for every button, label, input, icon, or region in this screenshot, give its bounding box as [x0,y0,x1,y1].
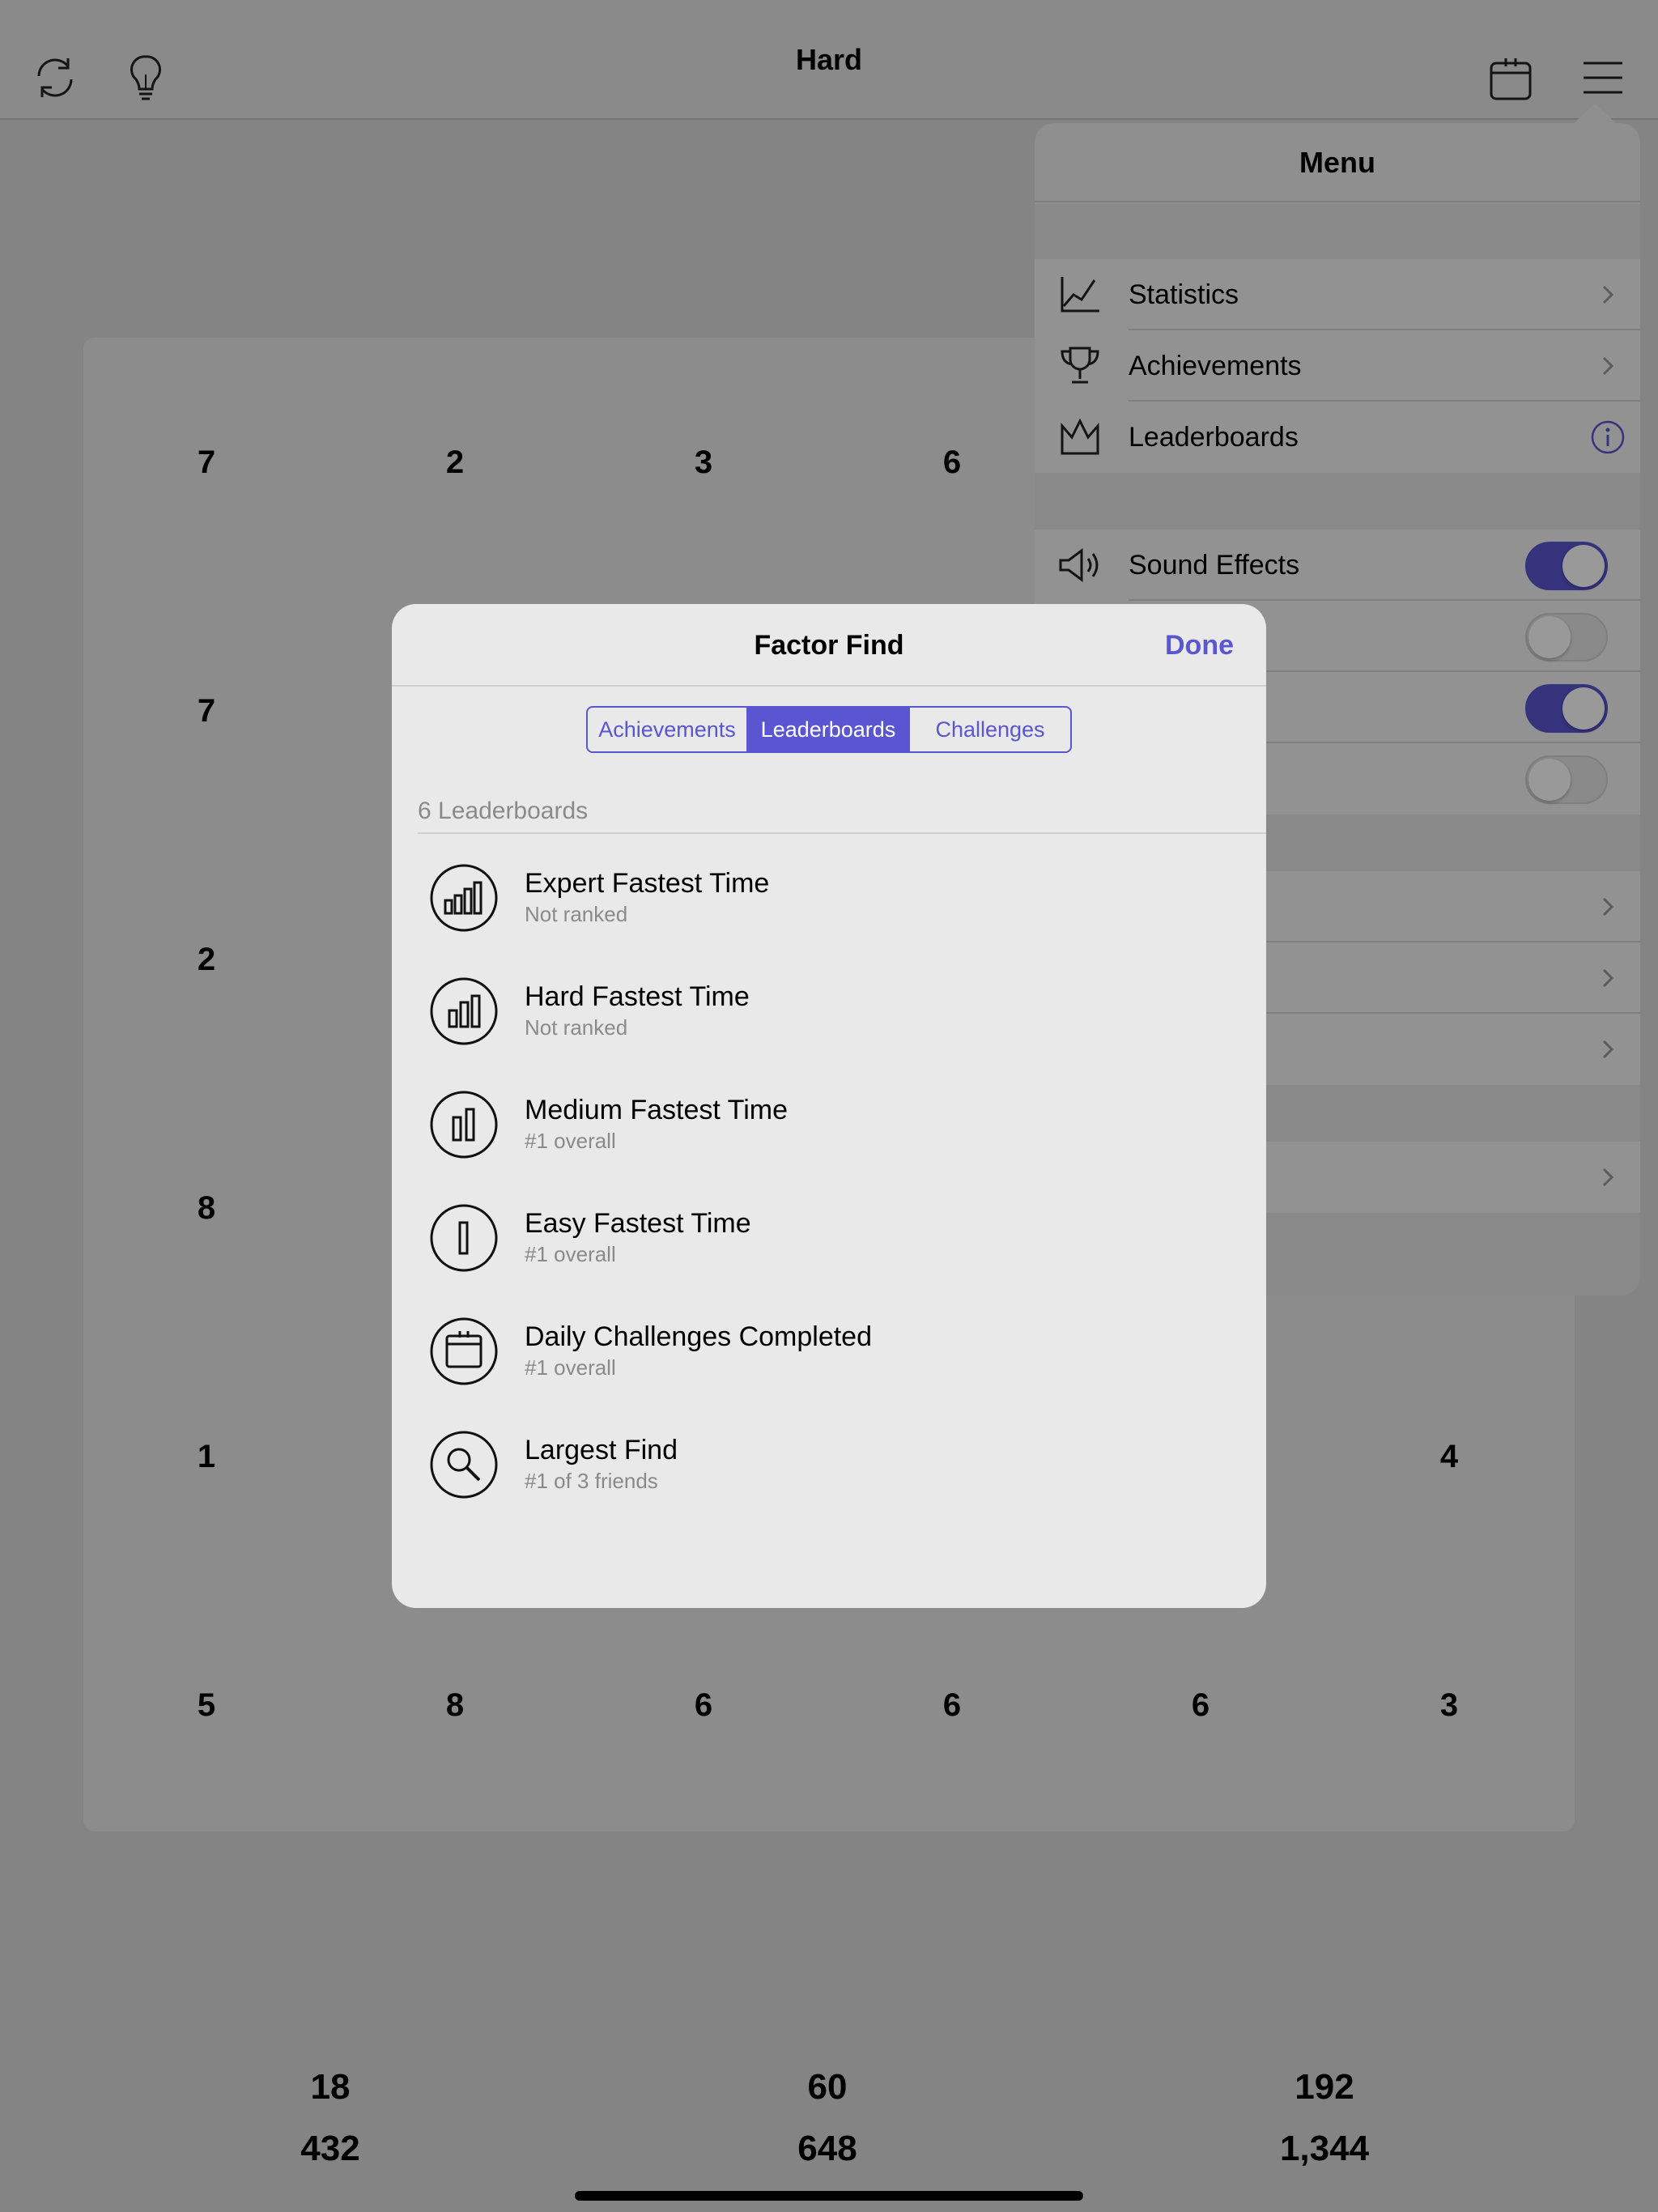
leaderboard-count: 6 Leaderboards [418,798,589,824]
leaderboard-title: Hard Fastest Time [525,981,750,1012]
leaderboard-rank: #1 overall [525,1242,616,1266]
leaderboard-rank: #1 overall [525,1355,616,1380]
leaderboard-item-largest-find[interactable]: Largest Find #1 of 3 friends [392,1415,1266,1512]
one-bar-icon [430,1204,498,1272]
leaderboard-title: Easy Fastest Time [525,1208,751,1239]
calendar-icon [430,1317,498,1385]
divider [418,832,1266,834]
leaderboard-title: Medium Fastest Time [525,1095,788,1125]
leaderboard-title: Daily Challenges Completed [525,1321,873,1352]
leaderboard-item-hard[interactable]: Hard Fastest Time Not ranked [392,962,1266,1059]
leaderboard-title: Expert Fastest Time [525,868,770,899]
tab-challenges[interactable]: Challenges [910,708,1070,751]
leaderboard-rank: Not ranked [525,902,628,926]
leaderboard-rank: #1 of 3 friends [525,1469,658,1493]
modal-title: Factor Find [754,630,904,661]
leaderboard-title: Largest Find [525,1435,678,1465]
leaderboard-rank: #1 overall [525,1129,616,1153]
leaderboard-item-easy[interactable]: Easy Fastest Time #1 overall [392,1189,1266,1286]
leaderboard-item-medium[interactable]: Medium Fastest Time #1 overall [392,1075,1266,1172]
done-button[interactable]: Done [1165,604,1234,687]
segmented-control: Achievements Leaderboards Challenges [586,706,1072,753]
magnifier-icon [430,1431,498,1499]
modal-header: Factor Find Done [392,604,1266,687]
tab-leaderboards[interactable]: Leaderboards [748,708,910,751]
tab-achievements[interactable]: Achievements [588,708,748,751]
leaderboard-item-daily-challenges[interactable]: Daily Challenges Completed #1 overall [392,1302,1266,1399]
three-bars-icon [430,977,498,1045]
two-bars-icon [430,1091,498,1159]
leaderboards-modal: Factor Find Done Achievements Leaderboar… [392,604,1266,1608]
leaderboard-item-expert[interactable]: Expert Fastest Time Not ranked [392,849,1266,946]
leaderboard-rank: Not ranked [525,1015,628,1040]
four-bars-icon [430,864,498,932]
